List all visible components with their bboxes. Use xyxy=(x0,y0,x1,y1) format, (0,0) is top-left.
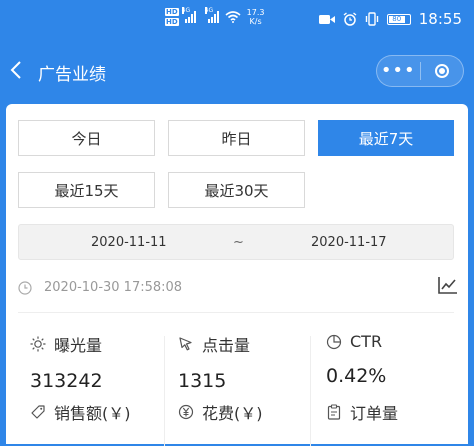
metric-value: 1315 xyxy=(178,370,227,392)
hd-badge-2: HD xyxy=(165,18,179,26)
metric-clicks: 点击量 1315 xyxy=(178,332,250,392)
metric-label: 曝光量 xyxy=(54,336,103,355)
battery-level: 80 xyxy=(388,15,405,23)
range-button-last-30-days[interactable]: 最近30天 xyxy=(168,172,305,208)
pie-chart-icon xyxy=(326,334,342,349)
more-dots-icon[interactable]: ••• xyxy=(377,62,420,80)
signal-icon-2: 4G xyxy=(204,7,219,23)
date-range-end[interactable]: 2020-11-17 xyxy=(311,235,387,250)
metric-ctr: CTR 0.42% xyxy=(326,332,386,387)
speed-unit: K/s xyxy=(249,17,262,26)
alarm-clock-icon xyxy=(343,12,357,26)
sun-icon xyxy=(30,336,46,352)
yen-circle-icon xyxy=(178,404,194,420)
vibrate-icon xyxy=(365,12,378,26)
signal-label-2: 4G xyxy=(204,7,214,14)
metric-label: 订单量 xyxy=(350,404,399,423)
divider xyxy=(18,312,454,313)
updated-time-row: 2020-10-30 17:58:08 xyxy=(18,280,182,295)
page-title: 广告业绩 xyxy=(38,65,106,85)
date-range-separator: ~ xyxy=(233,235,244,250)
range-button-last-15-days[interactable]: 最近15天 xyxy=(18,172,155,208)
mini-program-capsule: ••• xyxy=(376,55,464,87)
clipboard-icon xyxy=(327,404,341,420)
chevron-left-icon[interactable] xyxy=(10,60,22,85)
date-range-start[interactable]: 2020-11-11 xyxy=(91,235,167,250)
metric-spend: 花费(￥) xyxy=(178,400,263,424)
metric-divider-1 xyxy=(164,336,165,446)
wifi-icon xyxy=(225,11,241,23)
metric-sales: 销售额(￥) xyxy=(30,400,131,424)
performance-card: 今日 昨日 最近7天 最近15天 最近30天 2020-11-11 ~ 2020… xyxy=(6,104,468,446)
status-left-icons: HD HD 4G 4G 17.3 K/s xyxy=(165,7,265,26)
status-right-icons: 80 18:55 xyxy=(318,10,462,28)
capsule-close-icon[interactable] xyxy=(421,64,464,78)
speed-value: 17.3 xyxy=(246,8,265,17)
metric-divider-2 xyxy=(310,336,311,446)
metric-orders: 订单量 xyxy=(326,400,398,424)
signal-label-1: 4G xyxy=(181,7,191,14)
metric-label: 销售额(￥) xyxy=(54,404,131,423)
metric-label: CTR xyxy=(350,332,383,351)
metric-label: 花费(￥) xyxy=(202,404,263,423)
clock-icon xyxy=(18,280,32,295)
metric-value: 0.42% xyxy=(326,365,387,387)
line-chart-icon[interactable] xyxy=(438,276,458,298)
range-button-last-7-days[interactable]: 最近7天 xyxy=(318,120,454,156)
updated-time: 2020-10-30 17:58:08 xyxy=(44,280,183,295)
nav-bar: 广告业绩 ••• xyxy=(0,44,474,100)
battery-icon: 80 xyxy=(386,13,411,25)
video-camera-icon xyxy=(318,14,335,24)
status-bar: HD HD 4G 4G 17.3 K/s 80 18:55 xyxy=(0,0,474,44)
metric-label: 点击量 xyxy=(202,336,251,355)
metric-value: 313242 xyxy=(30,370,103,392)
hd-icon: HD HD xyxy=(165,8,179,26)
hd-badge-1: HD xyxy=(165,8,179,16)
signal-icon-1: 4G xyxy=(181,7,196,23)
range-button-today[interactable]: 今日 xyxy=(18,120,155,156)
range-button-yesterday[interactable]: 昨日 xyxy=(168,120,305,156)
tag-icon xyxy=(31,405,45,419)
metric-impressions: 曝光量 313242 xyxy=(30,332,103,392)
network-speed: 17.3 K/s xyxy=(247,8,265,26)
status-time: 18:55 xyxy=(418,10,462,28)
date-range-picker[interactable]: 2020-11-11 ~ 2020-11-17 xyxy=(18,224,454,260)
cursor-click-icon xyxy=(179,337,192,351)
